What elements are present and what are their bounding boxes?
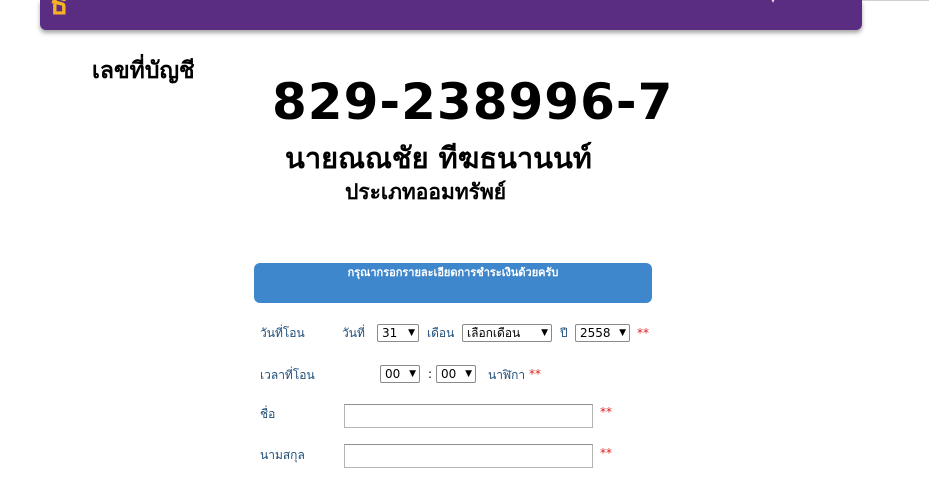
year-label: ปี [560, 326, 568, 340]
time-separator: : [428, 367, 433, 381]
form-instructions-banner: กรุณากรอกรายละเอียดการชำระเงินด้วยครับ [254, 263, 652, 303]
account-label: เลขที่บัญชี [92, 58, 195, 84]
first-name-label: ชื่อ [260, 407, 276, 421]
account-holder-name: นายณณชัย ทีฆธนานนท์ [285, 141, 592, 175]
brand-logo[interactable]: ธ [50, 0, 114, 20]
year-select[interactable]: 2558 ▼ [575, 324, 630, 342]
header-divider [862, 0, 929, 1]
day-label: วันที่ [342, 326, 365, 340]
year-select-value: 2558 [580, 326, 611, 340]
last-name-input[interactable] [344, 444, 593, 468]
required-marker: ** [600, 446, 612, 460]
required-marker: ** [600, 405, 612, 419]
chevron-down-icon: ▼ [465, 369, 472, 379]
account-type: ประเภทออมทรัพย์ [345, 180, 507, 204]
first-name-input[interactable] [344, 404, 593, 428]
required-marker: ** [529, 367, 541, 381]
chevron-down-icon: ▼ [408, 328, 415, 338]
chevron-down-icon: ▼ [619, 328, 626, 338]
minute-select-value: 00 [441, 367, 457, 381]
hour-unit-label: นาฬิกา [488, 368, 526, 382]
month-label: เดือน [427, 326, 455, 340]
banner-text: กรุณากรอกรายละเอียดการชำระเงินด้วยครับ [347, 266, 559, 279]
transfer-time-label: เวลาที่โอน [260, 368, 315, 382]
required-marker: ** [637, 326, 649, 340]
hour-select-value: 00 [385, 367, 401, 381]
account-number: 829-238996-7 [272, 73, 674, 131]
month-select-value: เลือกเดือน [467, 326, 521, 340]
minute-select[interactable]: 00 ▼ [436, 365, 476, 383]
header-bar [40, 0, 862, 30]
chevron-down-icon: ▼ [409, 369, 416, 379]
menu-icon[interactable]: ▾ [770, 0, 784, 6]
hour-select[interactable]: 00 ▼ [380, 365, 420, 383]
last-name-label: นามสกุล [260, 448, 305, 462]
chevron-down-icon: ▼ [541, 328, 548, 338]
month-select[interactable]: เลือกเดือน ▼ [462, 324, 552, 342]
day-select-value: 31 [382, 326, 398, 340]
transfer-date-label: วันที่โอน [260, 326, 305, 340]
day-select[interactable]: 31 ▼ [377, 324, 419, 342]
